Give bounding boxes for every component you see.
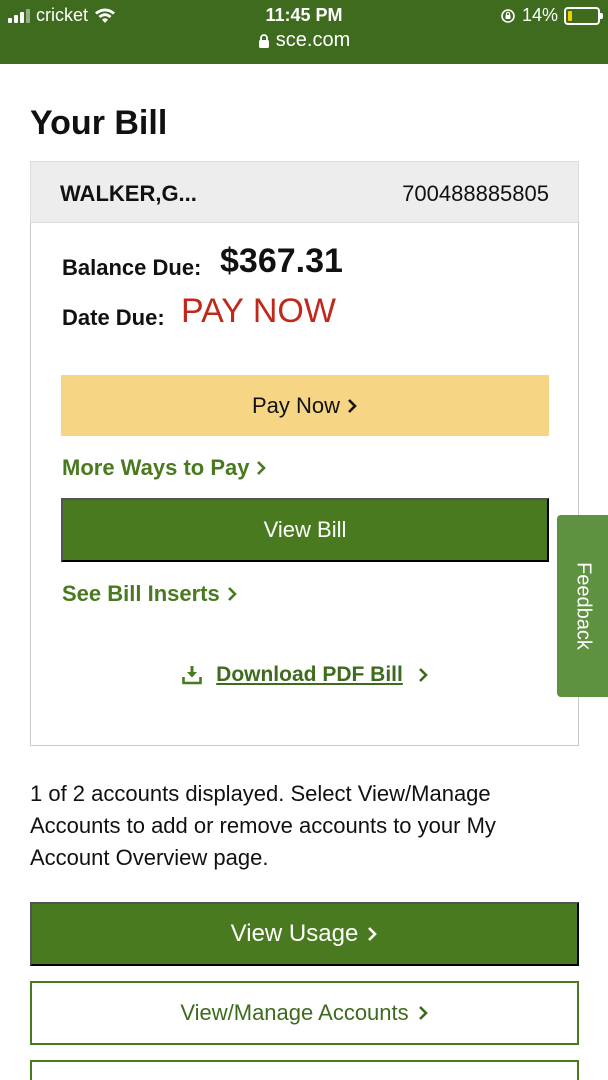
chevron-right-icon	[418, 1006, 428, 1020]
pay-now-label: Pay Now	[251, 392, 341, 418]
status-right: 14%	[500, 5, 603, 26]
orientation-lock-icon	[501, 8, 515, 23]
page-title: Your Bill	[30, 104, 168, 142]
battery-icon	[564, 6, 603, 25]
pay-now-button[interactable]: Pay Now	[61, 375, 549, 436]
balance-due-label: Balance Due:	[62, 255, 202, 280]
chevron-right-icon	[368, 927, 378, 941]
lock-icon	[258, 33, 269, 48]
download-pdf-bill-link[interactable]: Download PDF Bill	[31, 663, 580, 687]
account-name: WALKER,G...	[60, 181, 197, 206]
view-manage-accounts-button[interactable]: View/Manage Accounts	[30, 981, 579, 1045]
url-text: sce.com	[275, 29, 351, 51]
more-ways-label: More Ways to Pay	[62, 455, 250, 480]
download-icon	[182, 666, 202, 685]
battery-percent: 14%	[521, 5, 558, 25]
date-due-value: PAY NOW	[181, 292, 336, 330]
download-pdf-label: Download PDF Bill	[216, 663, 403, 686]
balance-due-value: $367.31	[220, 242, 343, 280]
status-bar: cricket 11:45 PM sce.com 14%	[0, 0, 608, 64]
url-bar[interactable]: sce.com	[0, 29, 608, 52]
view-usage-button[interactable]: View Usage	[30, 902, 579, 966]
battery-fill	[568, 10, 572, 21]
see-bill-inserts-link[interactable]: See Bill Inserts	[62, 581, 238, 607]
see-inserts-label: See Bill Inserts	[62, 581, 220, 606]
feedback-label: Feedback	[572, 562, 594, 650]
view-bill-button[interactable]: View Bill	[61, 498, 549, 562]
account-number: 700488885805	[402, 181, 549, 206]
chevron-right-icon	[348, 398, 357, 413]
bill-card: Balance Due: $367.31 Date Due: PAY NOW P…	[30, 222, 579, 746]
chevron-right-icon	[257, 461, 267, 475]
view-bill-label: View Bill	[263, 517, 347, 542]
date-due-label: Date Due:	[62, 305, 165, 330]
accounts-displayed-note: 1 of 2 accounts displayed. Select View/M…	[30, 781, 496, 870]
view-usage-label: View Usage	[230, 920, 359, 947]
chevron-right-icon	[418, 668, 428, 682]
feedback-tab[interactable]: Feedback	[557, 515, 608, 697]
view-manage-label: View/Manage Accounts	[180, 1000, 409, 1025]
more-ways-to-pay-link[interactable]: More Ways to Pay	[62, 455, 267, 481]
account-header: WALKER,G... 700488885805	[30, 161, 579, 223]
next-button-partial[interactable]	[30, 1060, 579, 1080]
chevron-right-icon	[227, 587, 237, 601]
